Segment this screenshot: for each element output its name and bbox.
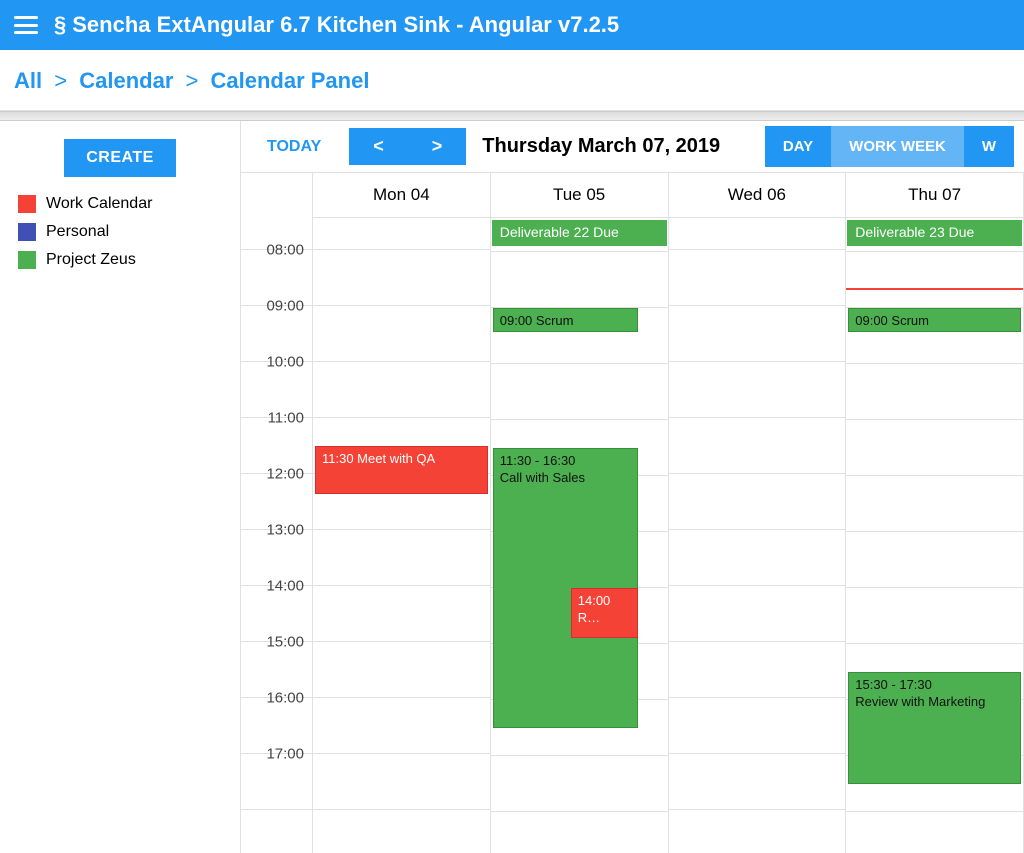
time-slot-area[interactable]: 11:30 Meet with QA <box>313 250 490 810</box>
day-column: Tue 05Deliverable 22 Due 09:00 Scrum11:30… <box>491 173 669 853</box>
main-area: CREATE Work Calendar Personal Project Ze… <box>0 121 1024 853</box>
sencha-logo-icon: § <box>54 12 66 38</box>
app-header: § Sencha ExtAngular 6.7 Kitchen Sink - A… <box>0 0 1024 50</box>
menu-icon[interactable] <box>14 16 38 34</box>
calendar-color-swatch <box>18 223 36 241</box>
calendar-event[interactable]: 15:30 - 17:30 Review with Marketing <box>848 672 1021 784</box>
breadcrumb-sep-icon: > <box>54 68 67 93</box>
calendar-list: Work Calendar Personal Project Zeus <box>18 195 222 269</box>
calendar-event[interactable]: 09:00 Scrum <box>848 308 1021 332</box>
view-day-button[interactable]: DAY <box>765 126 831 167</box>
calendar-event[interactable]: 11:30 Meet with QA <box>315 446 488 494</box>
time-label: 09:00 <box>244 298 304 315</box>
day-header: Tue 05 <box>491 173 668 218</box>
calendar-color-swatch <box>18 195 36 213</box>
time-label: 16:00 <box>244 690 304 707</box>
breadcrumb-level2[interactable]: Calendar Panel <box>211 68 370 93</box>
calendar-label: Project Zeus <box>46 251 136 269</box>
next-button[interactable]: > <box>408 128 467 165</box>
time-gutter: 08:00 09:00 10:00 11:00 12:00 13:00 14:00 15:00… <box>241 173 313 853</box>
calendar-event[interactable]: 09:00 Scrum <box>493 308 638 332</box>
prev-button[interactable]: < <box>349 128 408 165</box>
day-header: Wed 06 <box>669 173 846 218</box>
calendar-sidebar: CREATE Work Calendar Personal Project Ze… <box>0 121 240 853</box>
view-workweek-button[interactable]: WORK WEEK <box>831 126 964 167</box>
breadcrumb-bar: All > Calendar > Calendar Panel <box>0 50 1024 111</box>
calendar-title: Thursday March 07, 2019 <box>482 135 720 158</box>
day-header: Thu 07 <box>846 173 1023 218</box>
time-label: 10:00 <box>244 354 304 371</box>
time-slot-area[interactable] <box>669 250 846 810</box>
calendar-body: 08:00 09:00 10:00 11:00 12:00 13:00 14:00 15:00… <box>241 173 1024 853</box>
time-label: 12:00 <box>244 466 304 483</box>
calendar-color-swatch <box>18 251 36 269</box>
calendar-list-item[interactable]: Work Calendar <box>18 195 222 213</box>
calendar-panel: TODAY < > Thursday March 07, 2019 DAY WO… <box>240 121 1024 853</box>
view-week-button[interactable]: W <box>964 126 1014 167</box>
calendar-list-item[interactable]: Personal <box>18 223 222 241</box>
breadcrumb-root[interactable]: All <box>14 68 42 93</box>
calendar-label: Work Calendar <box>46 195 152 213</box>
day-columns: Mon 0411:30 Meet with QATue 05Deliverabl… <box>313 173 1024 853</box>
day-header: Mon 04 <box>313 173 490 218</box>
breadcrumb-sep-icon: > <box>186 68 199 93</box>
time-label: 14:00 <box>244 578 304 595</box>
now-indicator <box>846 288 1023 290</box>
time-label: 11:00 <box>244 410 304 427</box>
day-column: Thu 07Deliverable 23 Due 09:00 Scrum 15:30… <box>846 173 1024 853</box>
view-button-group: DAY WORK WEEK W <box>765 126 1014 167</box>
allday-event[interactable]: Deliverable 22 Due <box>492 220 667 246</box>
calendar-label: Personal <box>46 223 109 241</box>
allday-row[interactable] <box>313 218 490 250</box>
time-label: 15:00 <box>244 634 304 651</box>
calendar-toolbar: TODAY < > Thursday March 07, 2019 DAY WO… <box>241 121 1024 173</box>
allday-row[interactable] <box>669 218 846 250</box>
allday-row[interactable]: Deliverable 22 Due <box>491 220 668 252</box>
time-label: 08:00 <box>244 242 304 259</box>
create-button[interactable]: CREATE <box>64 139 176 177</box>
app-title: Sencha ExtAngular 6.7 Kitchen Sink - Ang… <box>72 12 619 38</box>
breadcrumb: All > Calendar > Calendar Panel <box>14 68 1010 94</box>
nav-button-group: < > <box>349 128 466 165</box>
divider-strip <box>0 111 1024 121</box>
breadcrumb-level1[interactable]: Calendar <box>79 68 173 93</box>
allday-event[interactable]: Deliverable 23 Due <box>847 220 1022 246</box>
time-slot-area[interactable]: 09:00 Scrum 15:30 - 17:30 Review with Mar… <box>846 252 1023 812</box>
time-label: 13:00 <box>244 522 304 539</box>
today-button[interactable]: TODAY <box>251 128 337 166</box>
allday-row[interactable]: Deliverable 23 Due <box>846 220 1023 252</box>
time-slot-area[interactable]: 09:00 Scrum11:30 - 16:30 Call with Sales… <box>491 252 668 812</box>
time-label: 17:00 <box>244 746 304 763</box>
day-column: Mon 04 11:30 Meet with QA <box>313 173 491 853</box>
calendar-list-item[interactable]: Project Zeus <box>18 251 222 269</box>
day-column: Wed 06 <box>669 173 847 853</box>
calendar-event[interactable]: 14:00 R… <box>571 588 638 638</box>
